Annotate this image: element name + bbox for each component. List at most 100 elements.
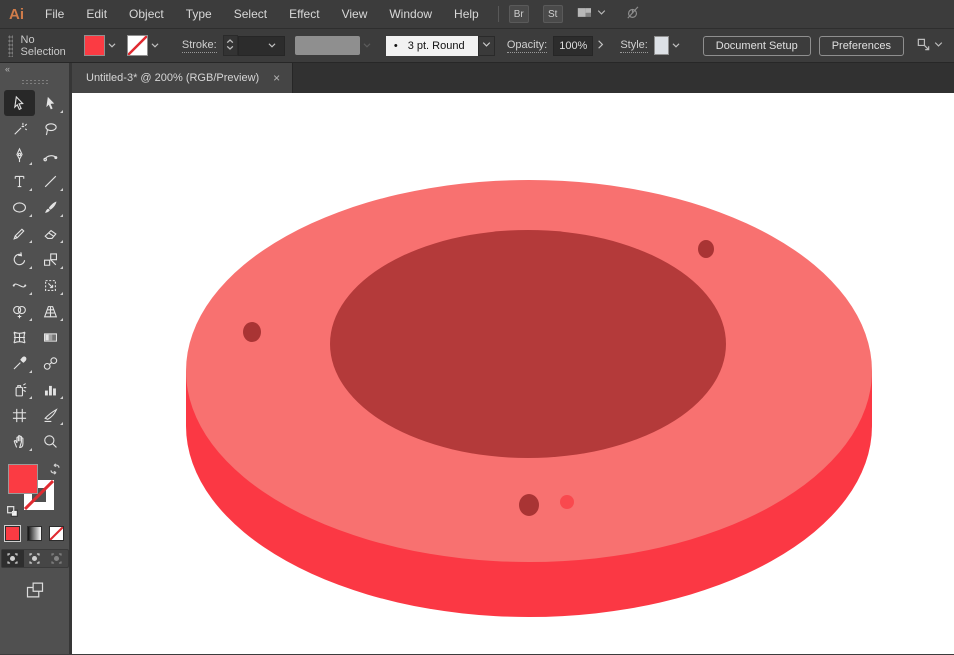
fill-color-swatch[interactable]	[84, 35, 105, 56]
paintbrush-tool[interactable]	[35, 194, 66, 220]
control-panel-menu[interactable]	[916, 37, 946, 55]
direct-selection-tool[interactable]	[35, 90, 66, 116]
dot-bottom-bright[interactable]	[560, 495, 574, 509]
stock-button[interactable]: St	[543, 5, 563, 23]
artwork	[72, 93, 954, 654]
panel-grip[interactable]	[8, 35, 13, 57]
mesh-tool[interactable]	[4, 324, 35, 350]
brush-definition-combo[interactable]: • 3 pt. Round	[386, 36, 495, 56]
menu-item-effect[interactable]: Effect	[278, 0, 330, 28]
document-tab[interactable]: Untitled-3* @ 200% (RGB/Preview) ×	[72, 63, 293, 93]
line-segment-tool[interactable]	[35, 168, 66, 194]
menu-bar: Ai FileEditObjectTypeSelectEffectViewWin…	[0, 0, 954, 29]
stroke-weight-stepper[interactable]	[223, 35, 238, 56]
sync-settings-icon	[625, 5, 640, 23]
free-transform-tool[interactable]	[35, 272, 66, 298]
disc-inner-shape[interactable]	[330, 230, 726, 458]
color-mode-row	[5, 526, 64, 541]
change-screen-mode-button[interactable]	[24, 580, 46, 605]
stroke-label[interactable]: Stroke:	[182, 39, 217, 53]
fill-color-control[interactable]	[84, 35, 119, 56]
chevron-right-icon	[593, 37, 608, 55]
menu-item-type[interactable]: Type	[175, 0, 223, 28]
chevron-down-icon[interactable]	[148, 38, 162, 53]
menu-item-object[interactable]: Object	[118, 0, 175, 28]
dot-bottom-dark[interactable]	[519, 494, 539, 516]
ellipse-tool[interactable]	[4, 194, 35, 220]
opacity-label[interactable]: Opacity:	[507, 39, 547, 53]
symbol-sprayer-tool[interactable]	[4, 376, 35, 402]
eyedropper-tool[interactable]	[4, 350, 35, 376]
illustrator-logo: Ai	[0, 6, 34, 23]
sync-settings[interactable]	[625, 5, 640, 23]
stroke-none-swatch[interactable]	[127, 35, 148, 56]
brush-name: 3 pt. Round	[408, 40, 465, 52]
menu-item-select[interactable]: Select	[223, 0, 278, 28]
menu-list: FileEditObjectTypeSelectEffectViewWindow…	[34, 0, 490, 28]
toolbar-grip[interactable]	[21, 79, 49, 84]
panel-menu-icon	[916, 37, 931, 55]
curvature-tool[interactable]	[35, 142, 66, 168]
close-tab-icon[interactable]: ×	[273, 71, 280, 85]
scale-tool[interactable]	[35, 246, 66, 272]
menu-item-window[interactable]: Window	[378, 0, 443, 28]
width-profile-preview[interactable]	[295, 36, 360, 55]
perspective-grid-tool[interactable]	[35, 298, 66, 324]
draw-behind-mode-button[interactable]	[24, 550, 46, 567]
stroke-color-control[interactable]	[127, 35, 162, 56]
gradient-tool[interactable]	[35, 324, 66, 350]
toolbar-collapse-button[interactable]: «	[0, 63, 69, 77]
brush-dot-icon: •	[394, 40, 398, 52]
column-graph-tool[interactable]	[35, 376, 66, 402]
shape-builder-tool[interactable]	[4, 298, 35, 324]
pencil-tool[interactable]	[4, 220, 35, 246]
slice-tool[interactable]	[35, 402, 66, 428]
tool-grid	[4, 90, 66, 454]
artboard-canvas[interactable]	[72, 93, 954, 654]
draw-inside-mode-button[interactable]	[46, 550, 68, 567]
opacity-input[interactable]: 100%	[553, 36, 593, 56]
selection-tool[interactable]	[4, 90, 35, 116]
artboard-tool[interactable]	[4, 402, 35, 428]
document-tab-bar: Untitled-3* @ 200% (RGB/Preview) ×	[72, 63, 954, 93]
dot-left[interactable]	[243, 322, 261, 342]
stroke-weight-combo[interactable]	[238, 36, 285, 56]
chevron-down-icon[interactable]	[669, 38, 683, 53]
type-tool[interactable]	[4, 168, 35, 194]
workspace-icon	[577, 5, 592, 23]
none-slash-icon	[50, 527, 63, 540]
zoom-tool[interactable]	[35, 428, 66, 454]
rotate-tool[interactable]	[4, 246, 35, 272]
brush-definition-value[interactable]: • 3 pt. Round	[386, 36, 478, 56]
menu-item-help[interactable]: Help	[443, 0, 490, 28]
brush-dropdown-button[interactable]	[478, 36, 495, 56]
default-fill-stroke-icon[interactable]	[6, 505, 19, 518]
dot-top-right[interactable]	[698, 240, 714, 258]
swap-fill-stroke-icon[interactable]	[48, 462, 62, 476]
document-tab-title: Untitled-3* @ 200% (RGB/Preview)	[86, 72, 259, 84]
width-tool[interactable]	[4, 272, 35, 298]
chevron-down-icon[interactable]	[105, 38, 119, 53]
preferences-button[interactable]: Preferences	[819, 36, 904, 56]
color-button[interactable]	[5, 526, 20, 541]
lasso-tool[interactable]	[35, 116, 66, 142]
style-label[interactable]: Style:	[620, 39, 648, 53]
magic-wand-tool[interactable]	[4, 116, 35, 142]
fill-proxy-swatch[interactable]	[8, 464, 38, 494]
opacity-panel-button[interactable]	[593, 36, 608, 56]
hand-tool[interactable]	[4, 428, 35, 454]
pen-tool[interactable]	[4, 142, 35, 168]
chevron-down-icon	[479, 37, 494, 55]
menu-item-file[interactable]: File	[34, 0, 75, 28]
menu-item-view[interactable]: View	[331, 0, 379, 28]
gradient-button[interactable]	[27, 526, 42, 541]
blend-tool[interactable]	[35, 350, 66, 376]
document-setup-button[interactable]: Document Setup	[703, 36, 811, 56]
graphic-style-swatch[interactable]	[654, 36, 669, 55]
none-button[interactable]	[49, 526, 64, 541]
bridge-button[interactable]: Br	[509, 5, 529, 23]
menu-item-edit[interactable]: Edit	[75, 0, 118, 28]
eraser-tool[interactable]	[35, 220, 66, 246]
draw-normal-mode-button[interactable]	[2, 550, 24, 567]
workspace-switcher[interactable]	[577, 5, 609, 23]
